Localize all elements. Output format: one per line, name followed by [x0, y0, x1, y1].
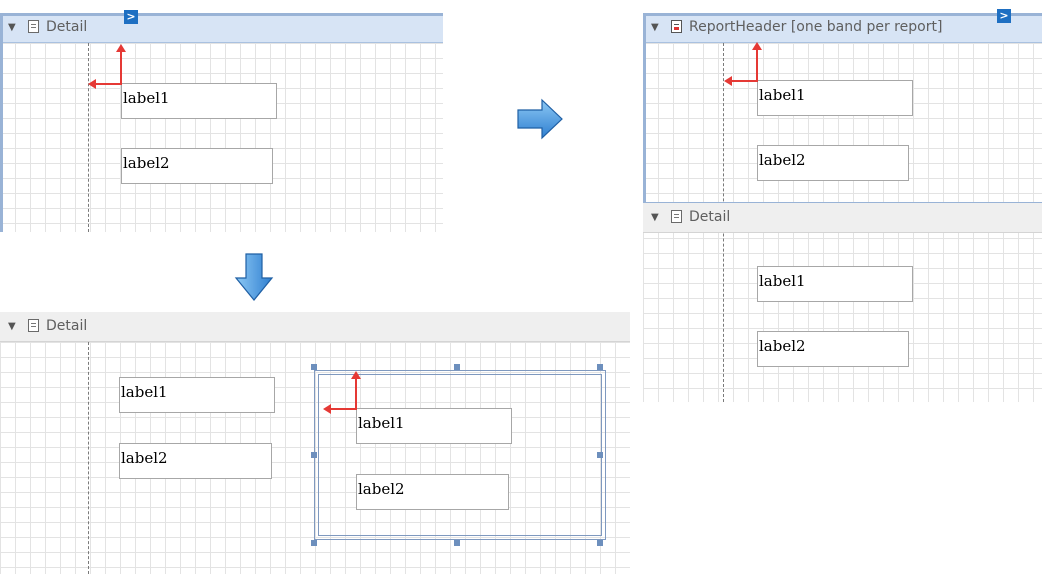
- band-title: Detail: [46, 318, 88, 334]
- resize-handle[interactable]: [454, 540, 460, 546]
- label2-control[interactable]: label2: [757, 145, 909, 181]
- guide-arrowhead-left: [323, 404, 331, 414]
- smart-tag-icon[interactable]: >: [997, 9, 1011, 23]
- top-left-designer: ▼ Detail label1 label2: [0, 13, 443, 232]
- guide-arrowhead-up: [752, 42, 762, 50]
- detail-band-header[interactable]: ▼ Detail: [0, 13, 443, 43]
- label1-control[interactable]: label1: [356, 408, 512, 444]
- label1-control[interactable]: label1: [757, 80, 913, 116]
- resize-handle[interactable]: [597, 452, 603, 458]
- label1-control[interactable]: label1: [757, 266, 913, 302]
- guide-arrow-vertical: [756, 49, 758, 82]
- right-designer: ▼ ReportHeader [one band per report] lab…: [643, 13, 1042, 402]
- label2-control[interactable]: label2: [119, 443, 272, 479]
- expand-icon[interactable]: ▼: [651, 13, 659, 42]
- band-title: Detail: [46, 19, 88, 35]
- margin-guide: [88, 342, 89, 574]
- guide-arrowhead-left: [724, 76, 732, 86]
- guide-arrow-vertical: [355, 378, 357, 410]
- guide-arrow-horizontal: [330, 408, 357, 410]
- label2-control[interactable]: label2: [121, 148, 273, 184]
- label2-control[interactable]: label2: [356, 474, 509, 510]
- detail-band-icon: [671, 210, 682, 223]
- band-title: ReportHeader [one band per report]: [689, 19, 943, 35]
- expand-icon[interactable]: ▼: [8, 312, 16, 341]
- report-header-band[interactable]: ▼ ReportHeader [one band per report]: [643, 13, 1042, 43]
- expand-icon[interactable]: ▼: [8, 13, 16, 42]
- label1-control[interactable]: label1: [119, 377, 275, 413]
- label1-control[interactable]: label1: [121, 83, 277, 119]
- smart-tag-icon[interactable]: >: [124, 10, 138, 24]
- guide-arrowhead-up: [351, 371, 361, 379]
- guide-arrowhead-up: [116, 44, 126, 52]
- detail-band-header[interactable]: ▼ Detail: [643, 203, 1042, 233]
- resize-handle[interactable]: [454, 364, 460, 370]
- detail-band-icon: [28, 20, 39, 33]
- guide-arrow-horizontal: [731, 80, 758, 82]
- band-title: Detail: [689, 209, 731, 225]
- guide-arrow-vertical: [120, 51, 122, 85]
- arrow-down-icon: [234, 253, 274, 301]
- detail-band-icon: [28, 319, 39, 332]
- resize-handle[interactable]: [311, 540, 317, 546]
- bottom-designer: ▼ Detail label1 label2 label1 label2: [0, 312, 630, 574]
- design-grid: [0, 13, 443, 232]
- expand-icon[interactable]: ▼: [651, 203, 659, 232]
- resize-handle[interactable]: [311, 364, 317, 370]
- guide-arrowhead-left: [88, 79, 96, 89]
- detail-band-header[interactable]: ▼ Detail: [0, 312, 630, 342]
- margin-guide: [88, 43, 89, 232]
- guide-arrow-horizontal: [95, 83, 122, 85]
- report-header-icon: [671, 20, 682, 33]
- resize-handle[interactable]: [597, 540, 603, 546]
- panel-control[interactable]: [314, 370, 606, 540]
- resize-handle[interactable]: [597, 364, 603, 370]
- label2-control[interactable]: label2: [757, 331, 909, 367]
- resize-handle[interactable]: [311, 452, 317, 458]
- arrow-right-icon: [517, 98, 563, 140]
